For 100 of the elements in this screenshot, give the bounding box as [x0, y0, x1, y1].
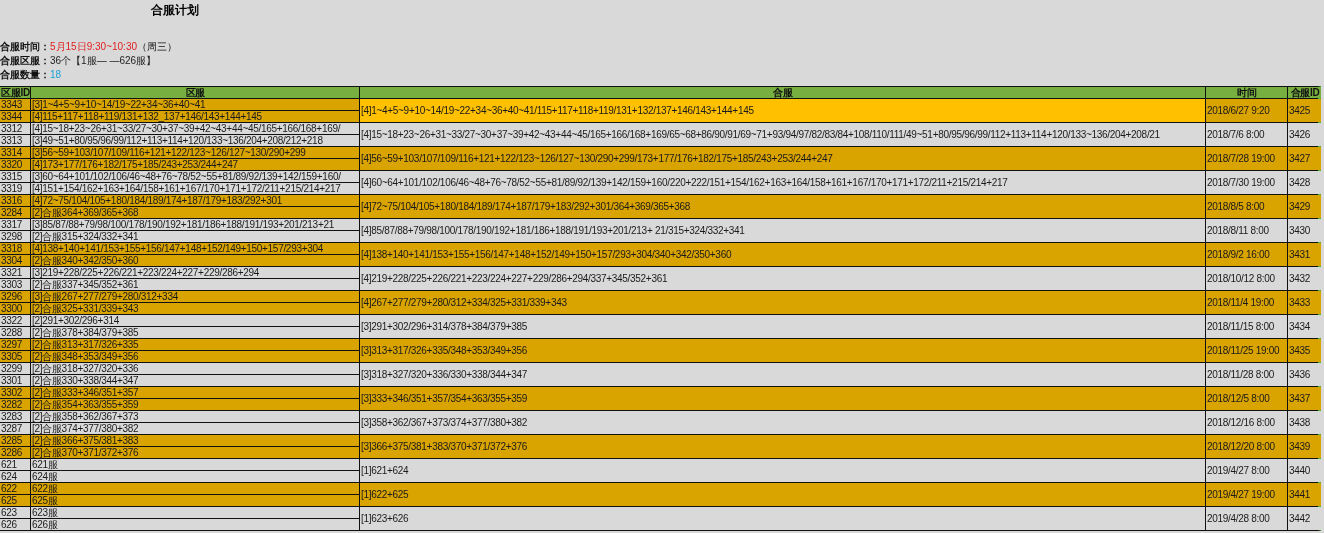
table-cell: 3312: [0, 123, 30, 134]
table-cell: [3]60~64+101/102/106/46~48+76~78/52~55+81/89/92/139+142/159+160/: [31, 171, 359, 182]
table-cell: [4]85/87/88+79/98/100/178/190/192+181/186+188/191/193+201/213+ 21/315+324/332+341: [360, 219, 1205, 242]
table-cell: 624: [0, 471, 30, 482]
table-cell: [2]合服374+377/380+382: [31, 423, 359, 434]
table-cell: 623: [0, 507, 30, 518]
table-cell: 3297: [0, 339, 30, 350]
table-cell: [4]56~59+103/107/109/116+121+122/123~126/127~130/290+299/173+177/176+182/175+185/243+253/244+247: [360, 147, 1205, 170]
table-cell: [2]合服330+338/344+347: [31, 375, 359, 386]
table-cell: 3320: [0, 159, 30, 170]
table-cell: 3282: [0, 399, 30, 410]
table-cell: 621服: [31, 459, 359, 470]
table-cell: [2]合服378+384/379+385: [31, 327, 359, 338]
table-cell: 3321: [0, 267, 30, 278]
table-cell: 3301: [0, 375, 30, 386]
table-cell: 3322: [0, 315, 30, 326]
table-cell: 3440: [1288, 459, 1321, 482]
info-note: （周三）: [137, 41, 177, 52]
info-label: 合服区服：: [0, 55, 50, 66]
column-header: 时间: [1206, 87, 1287, 98]
table-cell: 622: [0, 483, 30, 494]
info-value: 36个【1服— —626服】: [50, 55, 157, 66]
table-cell: 3283: [0, 411, 30, 422]
table-cell: [3]85/87/88+79/98/100/178/190/192+181/186+188/191/193+201/213+21: [31, 219, 359, 230]
table-cell: 2018/12/16 8:00: [1206, 411, 1287, 434]
table-cell: 2019/4/28 8:00: [1206, 507, 1287, 530]
table-cell: 3299: [0, 363, 30, 374]
table-cell: 3437: [1288, 387, 1321, 410]
table-cell: [2]合服315+324/332+341: [31, 231, 359, 242]
table-cell: 625: [0, 495, 30, 506]
table-cell: [2]合服313+317/326+335: [31, 339, 359, 350]
table-cell: 3314: [0, 147, 30, 158]
table-cell: [1]621+624: [360, 459, 1205, 482]
table-cell: 3441: [1288, 483, 1321, 506]
table-cell: 625服: [31, 495, 359, 506]
table-cell: 3431: [1288, 243, 1321, 266]
table-cell: 3285: [0, 435, 30, 446]
table-cell: 3434: [1288, 315, 1321, 338]
table-cell: [2]合服354+363/355+359: [31, 399, 359, 410]
table-cell: [4]1~4+5~9+10~14/19~22+34~36+40~41/115+117+118+119/131+132/137+146/143+144+145: [360, 99, 1205, 122]
table-cell: [2]合服358+362/367+373: [31, 411, 359, 422]
table-cell: 3436: [1288, 363, 1321, 386]
table-cell: [3]366+375/381+383/370+371/372+376: [360, 435, 1205, 458]
table-cell: [4]138+140+141/153+155+156/147+148+152/149+150+157/293+304: [31, 243, 359, 254]
table-cell: 3317: [0, 219, 30, 230]
table-cell: [2]合服348+353/349+356: [31, 351, 359, 362]
table-cell: 2018/8/5 8:00: [1206, 195, 1287, 218]
info-label: 合服数量：: [0, 69, 50, 80]
table-cell: 3435: [1288, 339, 1321, 362]
table-cell: [4]15~18+23~26+31~33/27~30+37~39+42~43+44~45/165+166/168+169/: [31, 123, 359, 134]
table-cell: 3318: [0, 243, 30, 254]
table-cell: [3]49~51+80/95/96/99/112+113+114+120/133~136/204+208/212+218: [31, 135, 359, 146]
table-cell: 2018/6/27 9:20: [1206, 99, 1287, 122]
table-cell: 2018/12/5 8:00: [1206, 387, 1287, 410]
table-cell: 3343: [0, 99, 30, 110]
info-value: 18: [50, 69, 62, 80]
table-cell: 2018/7/6 8:00: [1206, 123, 1287, 146]
table-cell: 3286: [0, 447, 30, 458]
table-cell: [3]333+346/351+357/354+363/355+359: [360, 387, 1205, 410]
table-cell: 2018/11/28 8:00: [1206, 363, 1287, 386]
table-cell: 3284: [0, 207, 30, 218]
table-cell: [4]151+154/162+163+164/158+161+167/170+171+172/211+215/214+217: [31, 183, 359, 194]
table-cell: 3442: [1288, 507, 1321, 530]
table-cell: 3302: [0, 387, 30, 398]
column-header: 区服ID: [0, 87, 30, 98]
table-cell: [2]合服364+369/365+368: [31, 207, 359, 218]
table-cell: 3303: [0, 279, 30, 290]
table-cell: [3]291+302/296+314/378+384/379+385: [360, 315, 1205, 338]
table-cell: [4]138+140+141/153+155+156/147+148+152/149+150+157/293+304/340+342/350+360: [360, 243, 1205, 266]
table-cell: [4]173+177/176+182/175+185/243+253/244+247: [31, 159, 359, 170]
table-cell: 626服: [31, 519, 359, 530]
table-cell: [4]72~75/104/105+180/184/189/174+187/179+183/292+301/364+369/365+368: [360, 195, 1205, 218]
column-header: 区服: [31, 87, 359, 98]
table-cell: 626: [0, 519, 30, 530]
table-cell: [3]219+228/225+226/221+223/224+227+229/286+294: [31, 267, 359, 278]
column-header: 合服: [360, 87, 1205, 98]
table-cell: [1]623+626: [360, 507, 1205, 530]
table-cell: [3]358+362/367+373/374+377/380+382: [360, 411, 1205, 434]
table-cell: 623服: [31, 507, 359, 518]
table-cell: 3344: [0, 111, 30, 122]
table-cell: 3429: [1288, 195, 1321, 218]
table-cell: 2018/7/28 19:00: [1206, 147, 1287, 170]
table-cell: [2]合服318+327/320+336: [31, 363, 359, 374]
table-cell: 622服: [31, 483, 359, 494]
page-title: 合服计划: [151, 2, 199, 19]
table-cell: [3]合服267+277/279+280/312+334: [31, 291, 359, 302]
table-cell: [2]291+302/296+314: [31, 315, 359, 326]
table-cell: 3315: [0, 171, 30, 182]
table-cell: [2]合服370+371/372+376: [31, 447, 359, 458]
table-cell: [1]622+625: [360, 483, 1205, 506]
table-cell: [4]115+117+118+119/131+132_137+146/143+144+145: [31, 111, 359, 122]
table-cell: [3]56~59+103/107/109/116+121+122/123~126/127~130/290+299: [31, 147, 359, 158]
table-cell: [4]60~64+101/102/106/46~48+76~78/52~55+81/89/92/139+142/159+160/220+222/151+154/162+163+164/158+161+167/170+171+172/211+215/214+217: [360, 171, 1205, 194]
table-cell: 2018/7/30 19:00: [1206, 171, 1287, 194]
table-cell: 3425: [1288, 99, 1321, 122]
table-cell: 3304: [0, 255, 30, 266]
table-cell: [4]15~18+23~26+31~33/27~30+37~39+42~43+44~45/165+166/168+169/65~68+86/90/91/69~71+93/94/97/82/83/84+108/110/111/49~51+80/95/96/99/112+113+114+120/133~136/204+208/21: [360, 123, 1205, 146]
table-cell: 3296: [0, 291, 30, 302]
table-cell: 621: [0, 459, 30, 470]
table-cell: 2018/10/12 8:00: [1206, 267, 1287, 290]
